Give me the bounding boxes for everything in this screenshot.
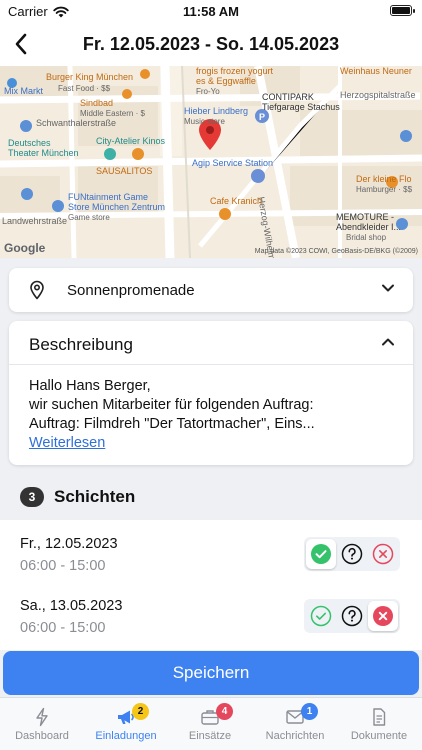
description-heading: Beschreibung: [29, 335, 133, 354]
map-label: Schwanthalerstraße: [36, 118, 117, 128]
navigation-bar: Fr. 12.05.2023 - So. 14.05.2023: [0, 22, 422, 66]
svg-text:P: P: [259, 112, 265, 122]
location-dropdown[interactable]: Sonnenpromenade: [9, 268, 413, 312]
tab-bar: Dashboard 2 Einladungen 4 Einsätze 1 Nac…: [0, 697, 422, 750]
accept-button[interactable]: [306, 601, 336, 631]
description-line: wir suchen Mitarbeiter für folgenden Auf…: [29, 397, 314, 413]
tab-badge: 2: [132, 703, 149, 720]
shift-count-badge: 3: [20, 487, 44, 507]
shifts-title: Schichten: [54, 487, 136, 506]
status-bar: Carrier 11:58 AM: [0, 0, 422, 22]
tab-invitations[interactable]: 2 Einladungen: [84, 698, 168, 750]
map-label: Game store: [68, 213, 110, 222]
chevron-up-icon[interactable]: [381, 337, 395, 347]
tab-documents[interactable]: Dokumente: [337, 698, 421, 750]
tab-label: Nachrichten: [265, 730, 325, 742]
description-line: Hallo Hans Berger,: [29, 378, 151, 394]
tab-assignments[interactable]: 4 Einsätze: [168, 698, 252, 750]
shift-time: 06:00 - 15:00: [20, 558, 106, 574]
map-label: Hamburger · $$: [356, 185, 413, 194]
document-icon: [373, 708, 386, 726]
tab-badge: 1: [301, 703, 318, 720]
map-label: Herzogspitalstraße: [340, 90, 416, 100]
map-label: Fast Food · $$: [58, 84, 111, 93]
map-label: SAUSALITOS: [96, 166, 153, 176]
map-label: Burger King München: [46, 72, 134, 82]
map-label: Landwehrstraße: [2, 216, 68, 226]
save-button[interactable]: Speichern: [3, 651, 419, 695]
shift-date: Fr., 12.05.2023: [20, 536, 118, 552]
decline-button[interactable]: [368, 539, 398, 569]
shift-response-group: [304, 599, 400, 633]
map-label: City-Atelier Kinos: [96, 136, 166, 146]
tab-dashboard[interactable]: Dashboard: [0, 698, 84, 750]
description-card: Beschreibung Hallo Hans Berger, wir such…: [9, 321, 413, 465]
check-circle-icon: [311, 544, 331, 564]
map-label: Music store: [184, 117, 225, 126]
tab-messages[interactable]: 1 Nachrichten: [253, 698, 337, 750]
shift-list: Fr., 12.05.2023 06:00 - 15:00 Sa., 13.05…: [0, 520, 422, 650]
chevron-left-icon: [15, 33, 27, 55]
accept-button[interactable]: [306, 539, 336, 569]
map-label: Theater München: [8, 148, 79, 158]
location-name: Sonnenpromenade: [67, 282, 195, 299]
page-title: Fr. 12.05.2023 - So. 14.05.2023: [82, 34, 340, 54]
google-logo: Google: [4, 241, 46, 255]
shift-row: Fr., 12.05.2023 06:00 - 15:00: [0, 520, 422, 582]
x-circle-icon: [372, 543, 394, 565]
question-circle-icon: [341, 543, 363, 565]
shifts-header: 3 Schichten: [20, 487, 135, 507]
tab-badge: 4: [216, 703, 233, 720]
shift-row: Sa., 13.05.2023 06:00 - 15:00: [0, 582, 422, 644]
x-circle-icon: [373, 606, 393, 626]
map-label: Mix Markt: [4, 86, 43, 96]
map-label: Agip Service Station: [192, 158, 274, 168]
tab-label: Dokumente: [350, 730, 408, 742]
description-line: Auftrag: Filmdreh "Der Tatortmacher", Ei…: [29, 416, 315, 432]
lightning-icon: [36, 707, 48, 727]
chevron-down-icon: [382, 284, 394, 292]
tab-label: Einsätze: [188, 730, 232, 742]
shift-response-group: [304, 537, 400, 571]
maybe-button[interactable]: [337, 539, 367, 569]
map-label: Fro-Yo: [196, 87, 220, 96]
maybe-button[interactable]: [337, 601, 367, 631]
tab-label: Einladungen: [95, 730, 157, 742]
shift-time: 06:00 - 15:00: [20, 620, 106, 636]
question-circle-icon: [341, 605, 363, 627]
map-label: Bridal shop: [346, 233, 387, 242]
clock: 11:58 AM: [183, 4, 239, 19]
map-label: Weinhaus Neuner: [340, 66, 412, 76]
check-circle-icon: [310, 605, 332, 627]
battery-icon: [390, 5, 415, 16]
map-label: Tiefgarage Stachus: [262, 102, 340, 112]
map-pin-icon: [30, 280, 44, 300]
back-button[interactable]: [8, 30, 34, 58]
map-attribution: Map data ©2023 COWI, GeoBasis-DE/BKG (©2…: [254, 248, 418, 255]
map-label: Cafe Kranich: [210, 196, 263, 206]
read-more-link[interactable]: Weiterlesen: [29, 435, 105, 451]
shift-date: Sa., 13.05.2023: [20, 598, 123, 614]
divider: [9, 364, 413, 365]
tab-label: Dashboard: [15, 730, 69, 742]
description-body: Hallo Hans Berger, wir suchen Mitarbeite…: [29, 377, 397, 434]
map[interactable]: P Burger King München Fast Food · $$ fro…: [0, 66, 422, 258]
decline-button[interactable]: [368, 601, 398, 631]
